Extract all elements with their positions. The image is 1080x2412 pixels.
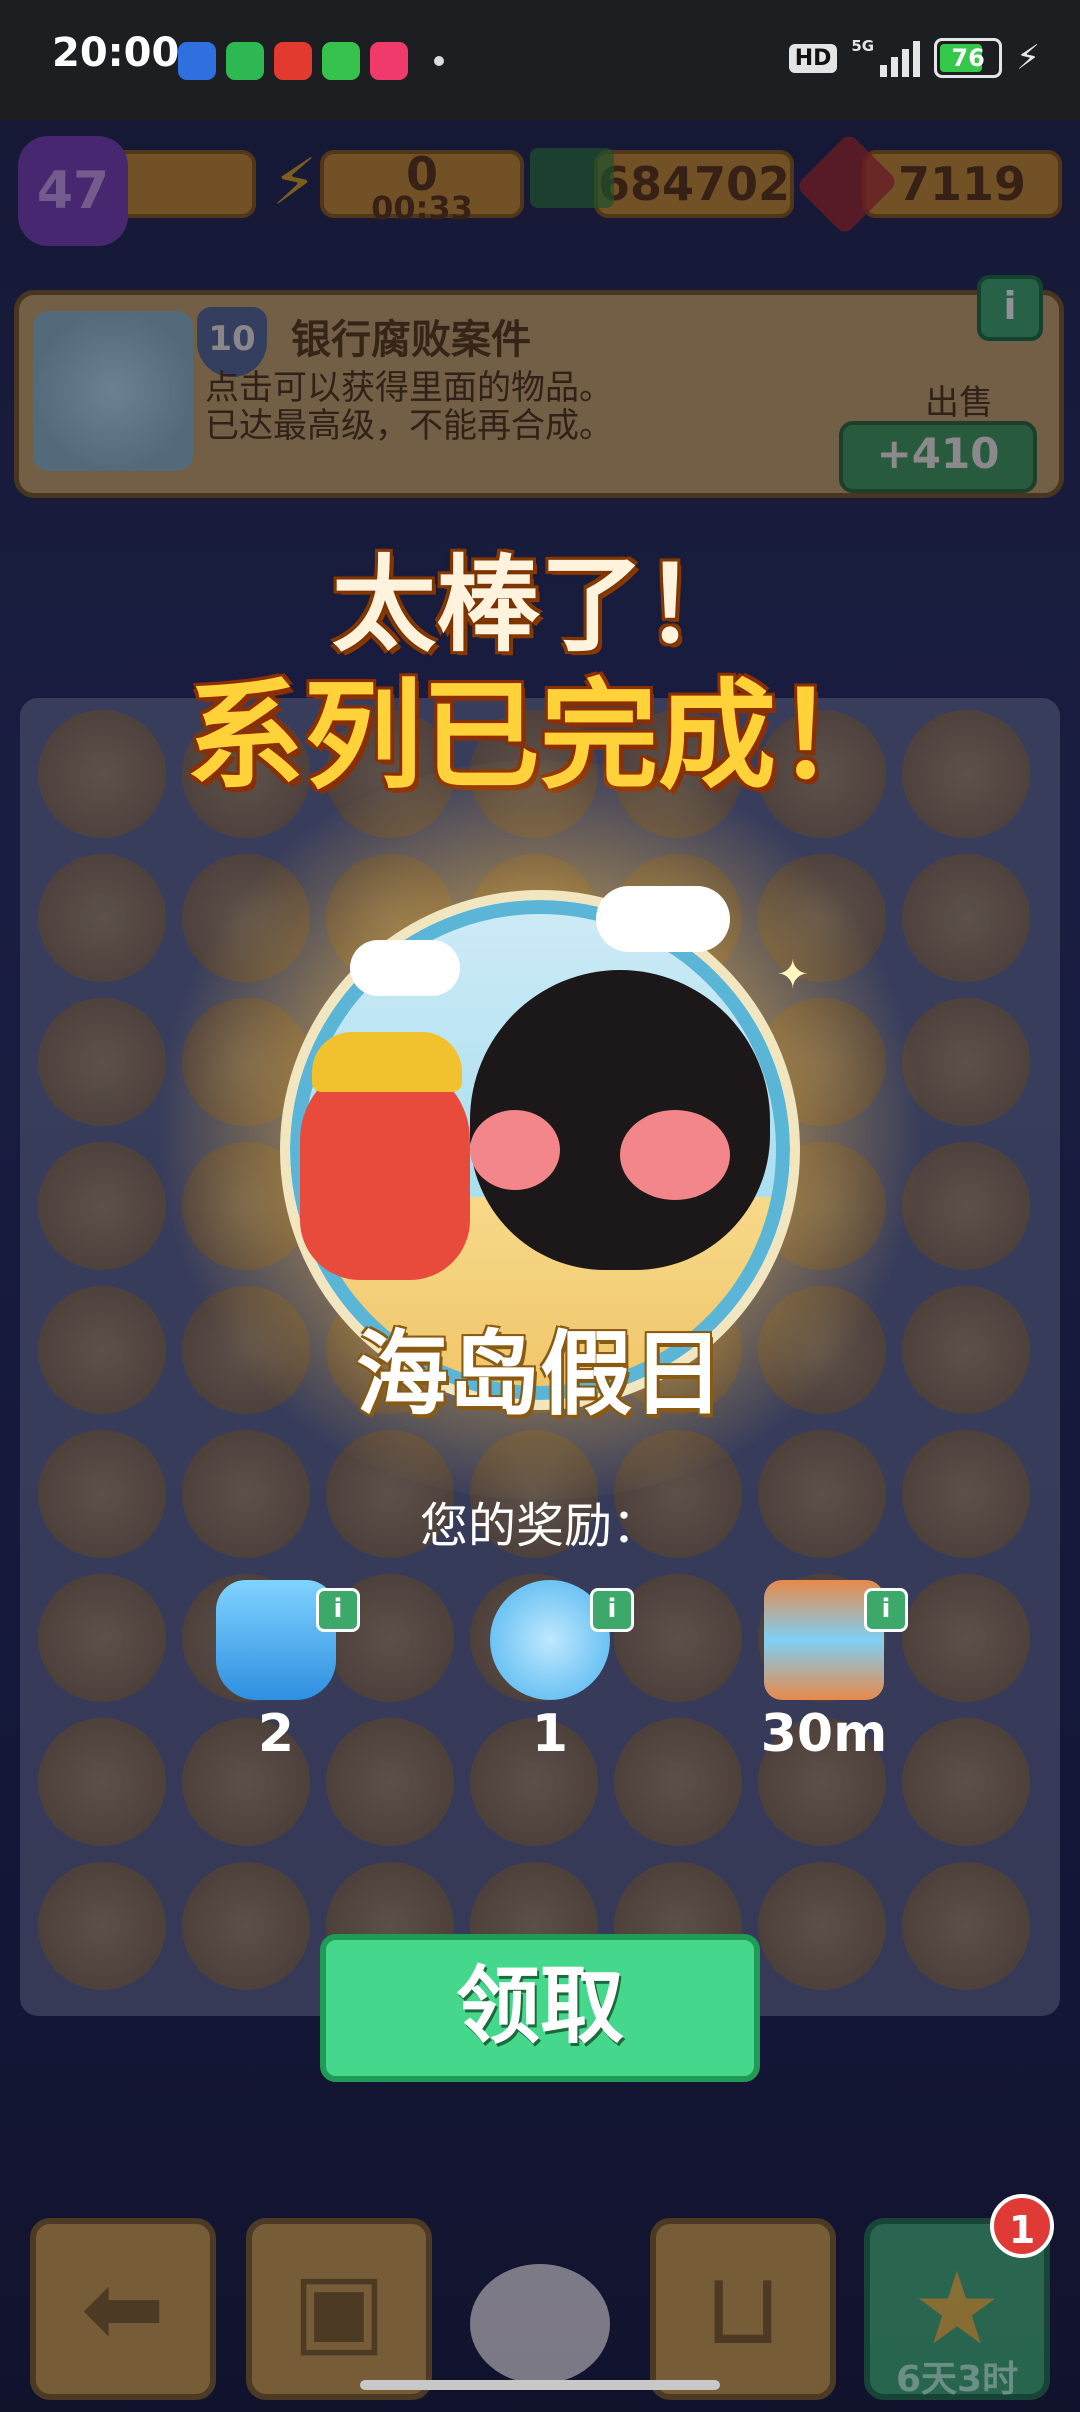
reward-title: 您的奖励：	[419, 1498, 660, 1554]
star-notification-badge: 1	[990, 2194, 1054, 2258]
red-character	[300, 1060, 470, 1280]
basket-button[interactable]: ⊔	[650, 2218, 836, 2400]
series-name: 海岛假日	[355, 1321, 724, 1428]
app-notification-icon	[322, 42, 360, 80]
back-arrow-icon: ⬅	[81, 2250, 165, 2367]
reward-scissors[interactable]: 1 i	[470, 1580, 634, 1764]
yellow-hat-icon	[312, 1032, 462, 1092]
more-notifications-dot	[434, 56, 444, 66]
reward-hourglass[interactable]: 30m i	[744, 1580, 908, 1764]
network-type: 5G	[851, 37, 875, 55]
reward-energy[interactable]: 2 i	[196, 1580, 360, 1764]
sparkle-icon: ✦	[776, 952, 810, 998]
app-notification-icon	[178, 42, 216, 80]
battery-icon: 76	[934, 38, 1003, 78]
status-time: 20:00	[52, 30, 180, 76]
cheek-left	[470, 1110, 560, 1190]
home-indicator[interactable]	[360, 2380, 720, 2390]
video-notification-icon	[370, 42, 408, 80]
message-notification-icon	[226, 42, 264, 80]
back-button[interactable]: ⬅	[30, 2218, 216, 2400]
battery-level: 76	[951, 44, 985, 72]
signal-icon	[880, 39, 921, 77]
charging-icon: ⚡	[1016, 38, 1040, 78]
app-notification-icon	[274, 42, 312, 80]
reward-value: 2	[257, 1704, 295, 1764]
backpack-button[interactable]: ▣	[246, 2218, 432, 2400]
reward-value: 30m	[760, 1704, 888, 1764]
basket-icon: ⊔	[703, 2250, 783, 2367]
reward-info-button[interactable]: i	[864, 1588, 908, 1632]
reward-info-button[interactable]: i	[316, 1588, 360, 1632]
backpack-icon: ▣	[291, 2250, 387, 2367]
cloud-icon	[596, 886, 730, 952]
cheek-right	[620, 1110, 730, 1200]
notification-icons	[178, 42, 408, 80]
glove-icon[interactable]	[470, 2264, 610, 2384]
cloud-icon	[350, 940, 460, 996]
event-timer: 6天3时	[896, 2359, 1019, 2400]
claim-button[interactable]: 领取	[320, 1934, 760, 2082]
status-bar: 20:00 HD 5G 76 ⚡	[0, 0, 1080, 120]
hd-badge: HD	[788, 43, 838, 73]
reward-info-button[interactable]: i	[590, 1588, 634, 1632]
reward-value: 1	[531, 1704, 569, 1764]
status-right: HD 5G 76 ⚡	[788, 37, 1040, 78]
